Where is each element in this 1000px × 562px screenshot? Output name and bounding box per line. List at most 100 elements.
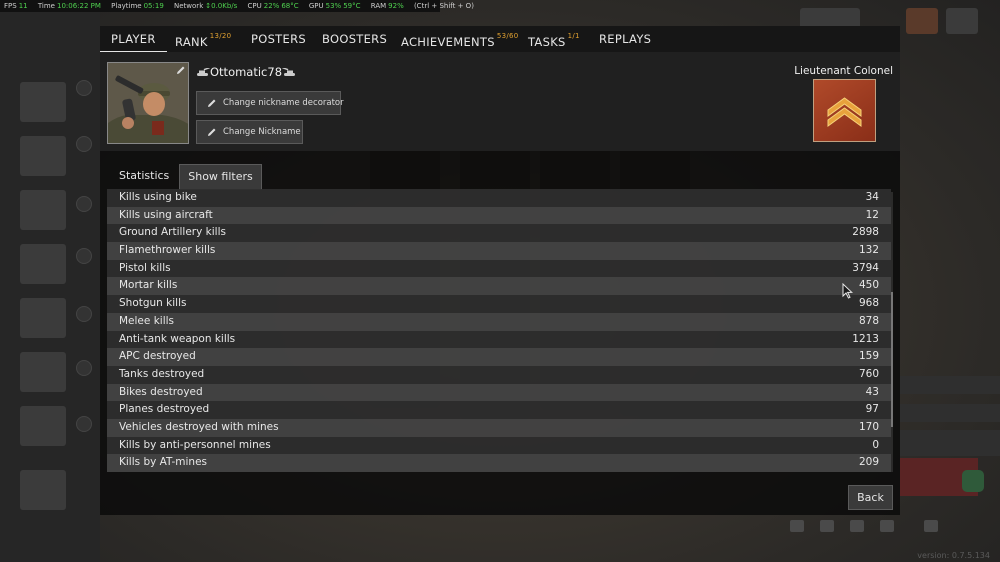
background-tile [20, 470, 66, 510]
stat-value: 12 [865, 208, 879, 221]
statistics-table: Kills using bike 34 Kills using aircraft 1… [107, 189, 891, 472]
stat-value: 760 [858, 367, 879, 380]
tab-achievements[interactable]: ACHIEVEMENTS 53/60 [401, 26, 519, 52]
gpu-load: 53% [325, 2, 342, 10]
stat-label: Bikes destroyed [119, 385, 203, 398]
stat-value: 450 [858, 279, 879, 292]
table-row: Kills using aircraft 12 [107, 206, 891, 225]
stat-label: Kills by anti-personnel mines [119, 438, 271, 451]
tab-rank[interactable]: RANK 13/20 [175, 26, 231, 52]
stat-label: Pistol kills [119, 261, 171, 274]
background-panel [900, 404, 1000, 422]
button-label: Change nickname decorator [223, 98, 344, 108]
pencil-icon [208, 128, 216, 136]
nickname-text: Ottomatic78 [210, 65, 283, 79]
stat-value: 878 [858, 314, 879, 327]
background-circle [76, 360, 92, 376]
stat-label: Planes destroyed [119, 403, 210, 416]
stat-label: Tanks destroyed [119, 367, 205, 380]
background-circle [76, 196, 92, 212]
tab-label: TASKS [528, 34, 566, 49]
background-green-button [962, 470, 984, 492]
show-filters-button[interactable]: Show filters [179, 164, 262, 190]
stat-value: 1213 [852, 332, 879, 345]
version-label: version: 0.7.5.134 [917, 551, 990, 560]
background-circle [76, 80, 92, 96]
stat-label: Kills by AT-mines [119, 456, 207, 469]
player-profile-panel: PLAYER RANK 13/20 POSTERS BOOSTERS ACHIEV… [100, 26, 900, 515]
scrollbar-thumb[interactable] [891, 292, 893, 427]
change-nickname-decorator-button[interactable]: Change nickname decorator [196, 91, 344, 115]
avatar[interactable] [107, 62, 189, 144]
cpu-temp: 68°C [281, 2, 299, 10]
background-tile [20, 82, 66, 122]
change-nickname-button[interactable]: Change Nickname [196, 120, 303, 144]
stat-value: 43 [865, 385, 879, 398]
table-row: APC destroyed 159 [107, 348, 891, 366]
tab-boosters[interactable]: BOOSTERS [322, 26, 387, 52]
cursor-icon [842, 283, 853, 299]
table-row: Kills using bike 34 [107, 189, 891, 207]
stat-label: Kills using aircraft [119, 208, 213, 221]
background-circle [76, 136, 92, 152]
profile-header: Ottomatic78 Change nickname decorator Ch… [100, 52, 900, 151]
gpu-temp: 59°C [343, 2, 361, 10]
time-label: Time [37, 2, 55, 10]
fps-value: 11 [18, 2, 28, 10]
rank-badge[interactable] [813, 79, 876, 142]
statistics-scrollbar[interactable] [891, 192, 893, 472]
tab-badge: 53/60 [496, 32, 519, 40]
tab-badge: 1/1 [567, 32, 580, 40]
background-button [906, 8, 938, 34]
tab-posters[interactable]: POSTERS [251, 26, 306, 52]
fps-label: FPS [4, 2, 17, 10]
button-label: Change Nickname [223, 127, 301, 137]
background-tile [20, 406, 66, 446]
tab-label: ACHIEVEMENTS [401, 34, 495, 49]
background-icon [820, 520, 834, 532]
ram-value: 92% [388, 2, 404, 10]
stat-value: 170 [858, 420, 879, 433]
back-button[interactable]: Back [848, 485, 893, 510]
table-row: Kills by anti-personnel mines 0 [107, 436, 891, 455]
background-tile [20, 244, 66, 284]
background-icon [790, 520, 804, 532]
background-tile [20, 136, 66, 176]
tab-tasks[interactable]: TASKS 1/1 [528, 26, 580, 52]
tab-bar: PLAYER RANK 13/20 POSTERS BOOSTERS ACHIEV… [100, 26, 900, 53]
playtime-label: Playtime [111, 2, 142, 10]
table-row: Kills by AT-mines 209 [107, 454, 891, 472]
tab-badge: 13/20 [209, 32, 232, 40]
stat-label: Mortar kills [119, 279, 178, 292]
table-row: Ground Artillery kills 2898 [107, 224, 891, 243]
stat-label: Vehicles destroyed with mines [119, 420, 279, 433]
table-row: Flamethrower kills 132 [107, 242, 891, 260]
table-row: Anti-tank weapon kills 1213 [107, 330, 891, 349]
table-row: Mortar kills 450 [107, 277, 891, 296]
rank-title: Lieutenant Colonel [794, 65, 893, 77]
stat-value: 0 [872, 438, 879, 451]
stat-value: 159 [858, 350, 879, 363]
soldier-portrait [108, 63, 188, 143]
tab-label: REPLAYS [599, 32, 652, 46]
background-button [946, 8, 978, 34]
stat-label: Melee kills [119, 314, 174, 327]
tank-icon [197, 67, 210, 76]
background-circle [76, 416, 92, 432]
statistics-heading: Statistics [119, 169, 170, 182]
network-label: Network [174, 2, 204, 10]
stat-label: Ground Artillery kills [119, 226, 226, 239]
stat-label: Anti-tank weapon kills [119, 332, 236, 345]
stat-value: 968 [858, 297, 879, 310]
tab-player[interactable]: PLAYER [100, 26, 167, 53]
nickname: Ottomatic78 [196, 65, 296, 79]
background-icon [850, 520, 864, 532]
stat-value: 34 [865, 191, 879, 203]
overlay-shortcut: (Ctrl + Shift + O) [413, 2, 474, 10]
tank-icon [282, 67, 296, 76]
ram-label: RAM [370, 2, 387, 10]
network-value: ↕0.0Kb/s [205, 2, 238, 10]
stat-label: Flamethrower kills [119, 244, 216, 257]
tab-replays[interactable]: REPLAYS [599, 26, 651, 52]
tab-label: POSTERS [251, 32, 306, 46]
